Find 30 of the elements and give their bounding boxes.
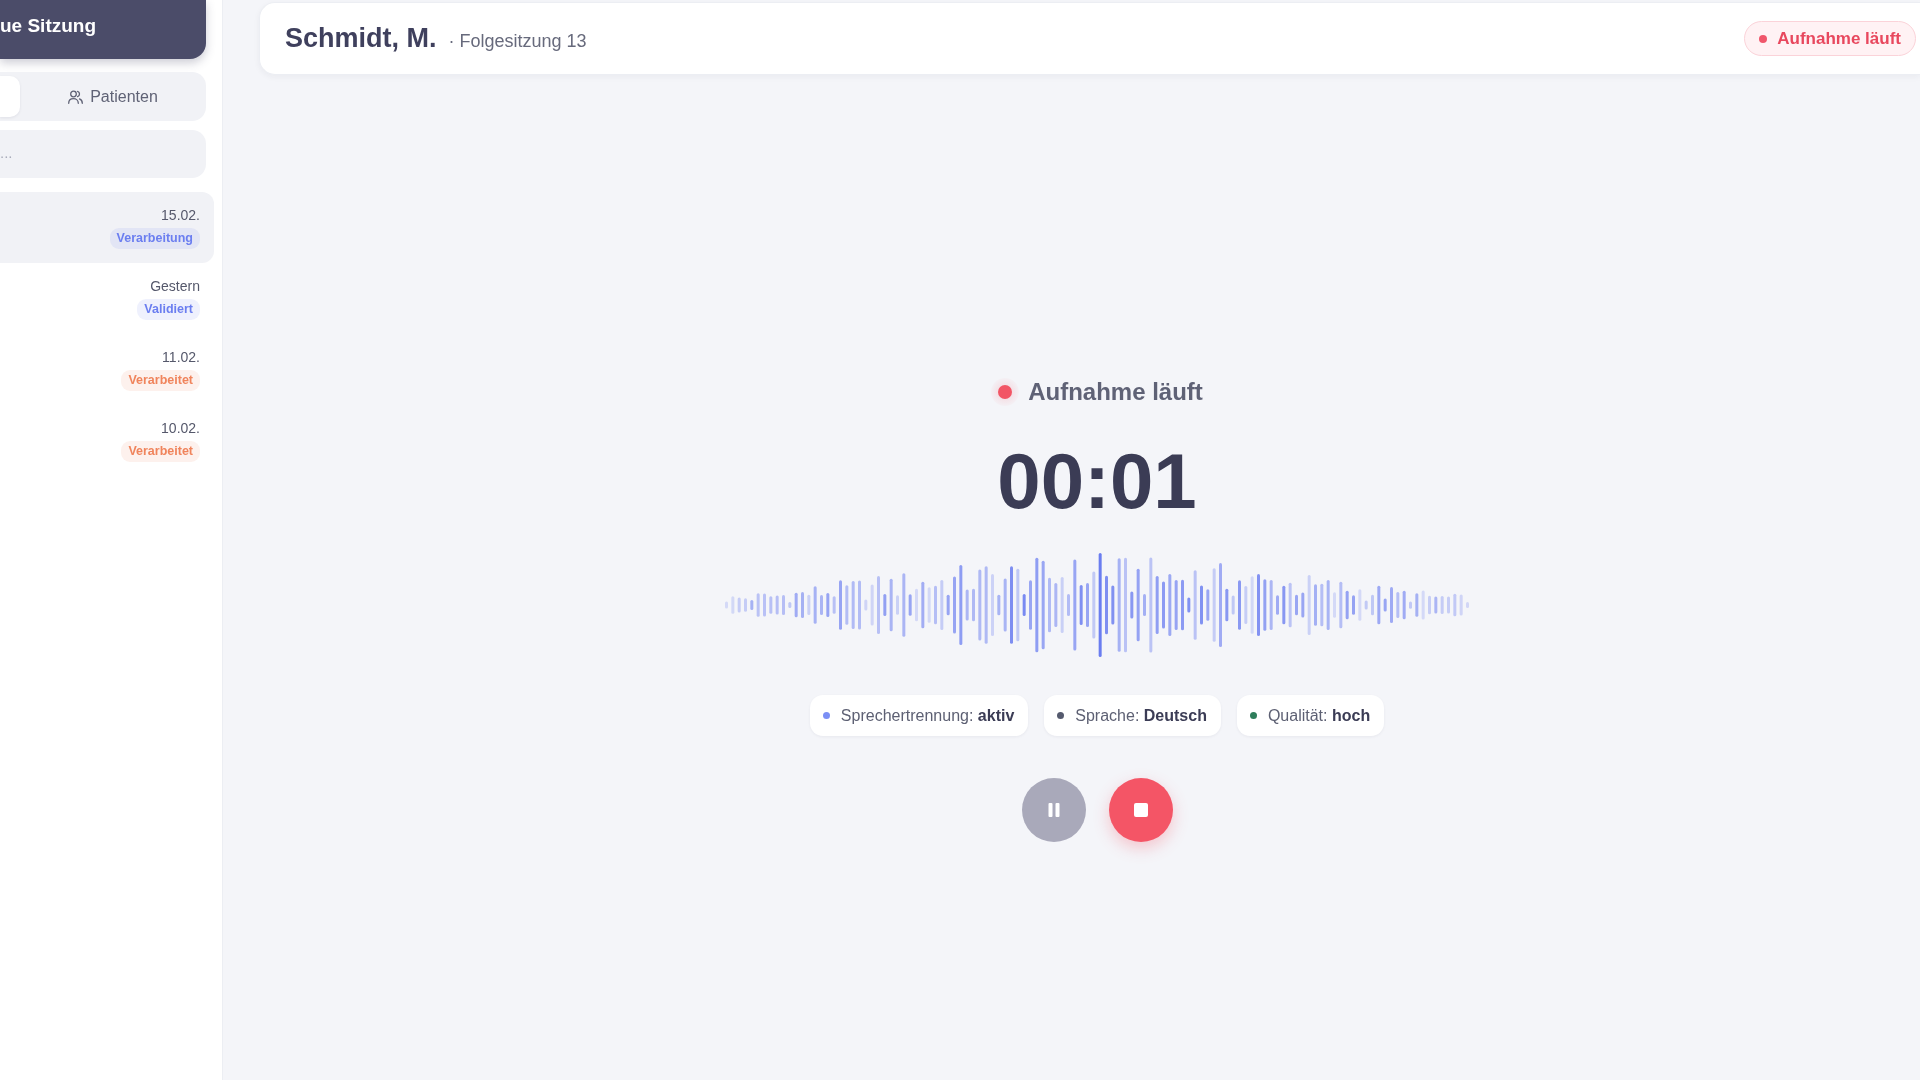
session-item[interactable]: 10.02. Verarbeitet [0, 405, 214, 476]
status-badge: Verarbeitung [109, 228, 200, 249]
chip-text: Sprechertrennung: aktiv [840, 706, 1015, 725]
stop-icon [1133, 803, 1148, 817]
recording-status: Aufnahme läuft [1028, 378, 1203, 406]
chip-text: Qualität: hoch [1267, 706, 1371, 725]
search-field[interactable]: ... [0, 130, 206, 178]
chip-text: Sprache: Deutsch [1075, 706, 1207, 725]
recording-timer: 00:01 [997, 442, 1197, 520]
session-date: Gestern [150, 277, 200, 295]
new-session-button[interactable]: ue Sitzung [0, 0, 206, 59]
recording-dot-icon [991, 378, 1020, 406]
tab[interactable] [0, 76, 20, 117]
session-item[interactable]: 15.02. Verarbeitung [0, 192, 214, 263]
users-icon [68, 89, 84, 104]
session-date: 15.02. [161, 206, 200, 224]
patient-name: Schmidt, M. [285, 23, 437, 54]
session-item[interactable]: 11.02. Verarbeitet [0, 334, 214, 405]
tab[interactable]: Patienten [24, 76, 202, 117]
status-dot-icon [1759, 34, 1768, 43]
session-date: 11.02. [162, 348, 200, 366]
stop-button[interactable] [1108, 778, 1173, 842]
pause-icon [1046, 803, 1061, 817]
session-item[interactable]: Gestern Validiert [0, 263, 214, 334]
status-badge: Verarbeitet [121, 370, 200, 391]
recording-status: Aufnahme läuft [1777, 28, 1901, 49]
status-badge: Verarbeitet [121, 441, 200, 462]
session-title: · Folgesitzung 13 [448, 31, 587, 52]
status-badge: Validiert [137, 299, 200, 320]
session-date: 10.02. [161, 419, 200, 437]
